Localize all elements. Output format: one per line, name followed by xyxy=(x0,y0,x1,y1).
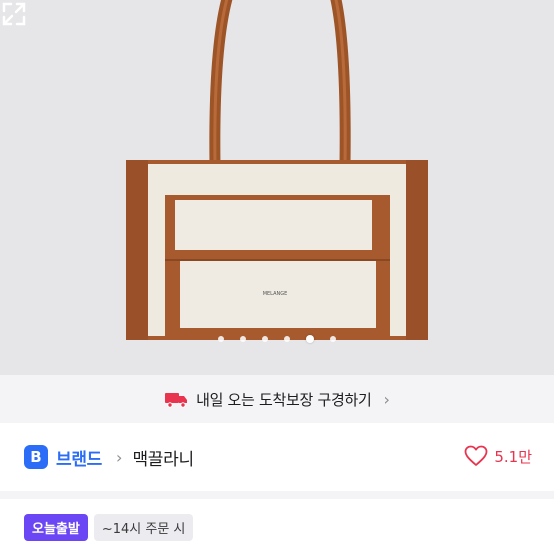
brand-label[interactable]: 브랜드 xyxy=(56,445,102,470)
order-cutoff-badge: ~14시 주문 시 xyxy=(93,514,194,541)
brand-row: B 브랜드 › 맥끌라니 5.1만 xyxy=(0,423,554,491)
carousel-dot[interactable] xyxy=(284,336,290,342)
today-shipping-badge: 오늘출발 xyxy=(24,514,88,541)
product-image-carousel[interactable]: MELANGE xyxy=(0,0,554,375)
brand-mark-print: MELANGE xyxy=(263,291,288,297)
heart-icon xyxy=(464,445,488,466)
like-count: 5.1만 xyxy=(494,447,532,466)
delivery-guarantee-banner[interactable]: 내일 오는 도착보장 구경하기 › xyxy=(0,375,554,423)
brand-badge-icon: B xyxy=(24,445,48,469)
truck-icon xyxy=(165,393,188,408)
product-photo: MELANGE xyxy=(126,0,428,340)
carousel-dot[interactable] xyxy=(218,336,224,342)
chevron-right-icon: › xyxy=(116,447,123,467)
fullscreen-icon[interactable] xyxy=(0,0,28,28)
delivery-tags: 오늘출발 ~14시 주문 시 xyxy=(24,514,194,541)
carousel-dot[interactable] xyxy=(330,336,336,342)
chevron-right-icon: › xyxy=(383,389,390,409)
carousel-dot[interactable] xyxy=(240,336,246,342)
like-button[interactable]: 5.1만 xyxy=(464,445,532,467)
carousel-dot-active[interactable] xyxy=(306,335,314,343)
brand-name-link[interactable]: 맥끌라니 xyxy=(132,445,194,470)
carousel-indicator[interactable] xyxy=(0,335,554,343)
carousel-dot[interactable] xyxy=(262,336,268,342)
section-divider xyxy=(0,491,554,499)
banner-text: 내일 오는 도착보장 구경하기 xyxy=(196,390,372,409)
